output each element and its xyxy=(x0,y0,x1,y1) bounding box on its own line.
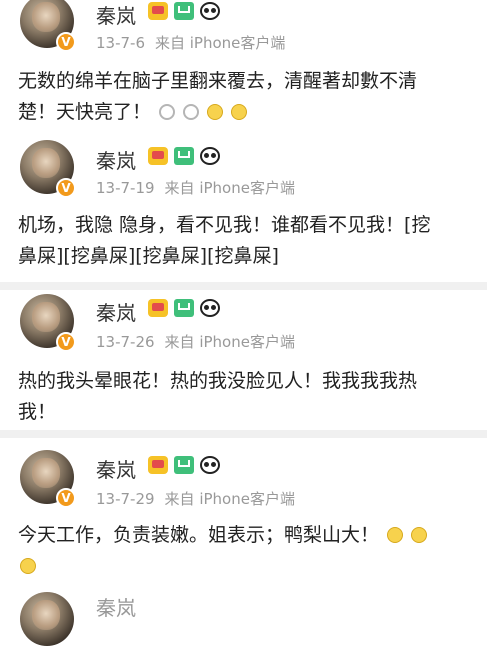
post-text-line: 无数的绵羊在脑子里翻来覆去，清醒著却數不清 xyxy=(18,70,418,92)
post-meta: 13-7-26 来自 iPhone客户端 xyxy=(96,331,295,352)
post-text-line-with-emoji xyxy=(18,551,487,582)
crown-badge-icon[interactable] xyxy=(148,456,168,474)
alarm-clock-icon xyxy=(159,104,176,120)
post-text-segment: 楚！天快亮了！ xyxy=(18,101,152,123)
post-date: 13-7-6 xyxy=(96,34,145,52)
alarm-clock-icon xyxy=(183,104,200,120)
smile-emoji-icon xyxy=(387,527,404,543)
avatar[interactable] xyxy=(20,592,74,646)
post-text-line-with-emoji: 今天工作，负责装嫩。姐表示；鸭梨山大！ xyxy=(18,520,487,551)
user-name[interactable]: 秦岚 xyxy=(96,592,136,621)
panda-badge-icon[interactable] xyxy=(200,147,220,165)
post-text-line: 热的我头晕眼花！热的我没脸见人！我我我我热 xyxy=(18,370,418,392)
post-source[interactable]: 来自 iPhone客户端 xyxy=(165,179,295,197)
user-badges xyxy=(148,147,220,165)
user-badges xyxy=(148,299,220,317)
post-date: 13-7-26 xyxy=(96,333,155,351)
crown-badge-icon[interactable] xyxy=(148,299,168,317)
post-text: 机场，我隐 隐身，看不见我！谁都看不见我！[挖 鼻屎][挖鼻屎][挖鼻屎][挖鼻… xyxy=(18,210,487,272)
post-text-line: 鼻屎][挖鼻屎][挖鼻屎][挖鼻屎] xyxy=(18,245,279,267)
verified-badge-icon: V xyxy=(56,332,76,352)
crown-badge-icon[interactable] xyxy=(148,2,168,20)
post-text-line-with-emoji: 楚！天快亮了！ xyxy=(18,97,487,128)
post-text-line: 机场，我隐 隐身，看不见我！谁都看不见我！[挖 xyxy=(18,214,431,236)
post-text: 今天工作，负责装嫩。姐表示；鸭梨山大！ xyxy=(18,520,487,582)
smile-emoji-icon xyxy=(207,104,224,120)
post-divider xyxy=(0,430,487,438)
vip-cart-badge-icon[interactable] xyxy=(174,2,194,20)
post-date: 13-7-29 xyxy=(96,490,155,508)
crown-badge-icon[interactable] xyxy=(148,147,168,165)
user-name[interactable]: 秦岚 xyxy=(96,0,136,29)
user-badges xyxy=(148,456,220,474)
smile-emoji-icon xyxy=(231,104,248,120)
user-name[interactable]: 秦岚 xyxy=(96,454,136,483)
post-text-line: 我！ xyxy=(18,401,57,423)
verified-badge-icon: V xyxy=(56,178,76,198)
post-source[interactable]: 来自 iPhone客户端 xyxy=(165,490,295,508)
post-date: 13-7-19 xyxy=(96,179,155,197)
smile-emoji-icon xyxy=(411,527,428,543)
vip-cart-badge-icon[interactable] xyxy=(174,456,194,474)
panda-badge-icon[interactable] xyxy=(200,2,220,20)
post-text: 热的我头晕眼花！热的我没脸见人！我我我我热 我！ xyxy=(18,366,487,428)
verified-badge-icon: V xyxy=(56,488,76,508)
verified-badge-icon: V xyxy=(56,32,76,52)
panda-badge-icon[interactable] xyxy=(200,456,220,474)
post-source[interactable]: 来自 iPhone客户端 xyxy=(155,34,285,52)
vip-cart-badge-icon[interactable] xyxy=(174,299,194,317)
user-badges xyxy=(148,2,220,20)
post-source[interactable]: 来自 iPhone客户端 xyxy=(165,333,295,351)
post-divider xyxy=(0,282,487,290)
post-meta: 13-7-29 来自 iPhone客户端 xyxy=(96,488,295,509)
post-meta: 13-7-19 来自 iPhone客户端 xyxy=(96,177,295,198)
vip-cart-badge-icon[interactable] xyxy=(174,147,194,165)
panda-badge-icon[interactable] xyxy=(200,299,220,317)
post-text-segment: 今天工作，负责装嫩。姐表示；鸭梨山大！ xyxy=(18,524,380,546)
post-meta: 13-7-6 来自 iPhone客户端 xyxy=(96,32,285,53)
post-text: 无数的绵羊在脑子里翻来覆去，清醒著却數不清 楚！天快亮了！ xyxy=(18,66,487,128)
money-emoji-icon xyxy=(20,558,36,574)
user-name[interactable]: 秦岚 xyxy=(96,297,136,326)
user-name[interactable]: 秦岚 xyxy=(96,145,136,174)
